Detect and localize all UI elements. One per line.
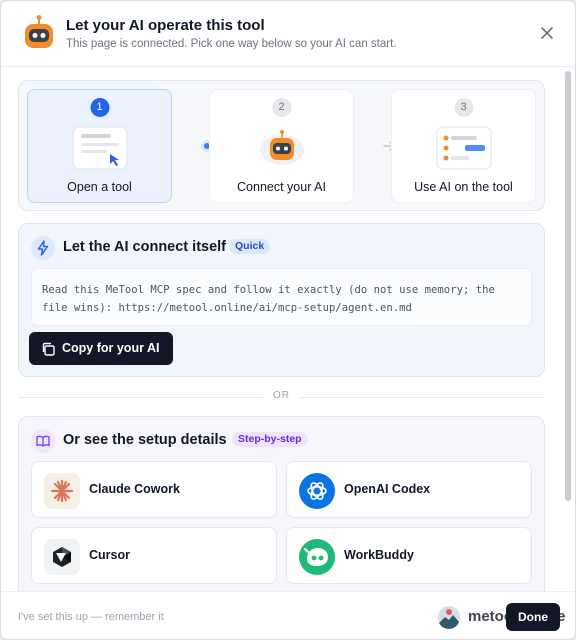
step-label: Open a tool (67, 180, 132, 194)
remember-setup-link[interactable]: I've set this up — remember it (18, 611, 164, 623)
tool-card-cursor[interactable]: Cursor (31, 527, 277, 584)
auto-connect-title: Let the AI connect itself (63, 239, 227, 255)
spec-line: file wins): https://metool.online/ai/mcp… (42, 302, 412, 314)
step-number: 3 (454, 98, 473, 117)
tool-name: WorkBuddy (344, 548, 414, 562)
close-icon[interactable] (539, 25, 555, 41)
quick-badge: Quick (229, 239, 271, 254)
or-divider: OR (18, 390, 545, 404)
scrollbar[interactable] (565, 71, 571, 501)
divider-line (300, 397, 545, 398)
step-use-ai[interactable]: 3 Use AI on the tool (391, 89, 536, 203)
dialog-header: Let your AI operate this tool This page … (1, 1, 575, 67)
metool-logo-icon (438, 606, 460, 629)
steps-panel: 1 Open a tool 2 Connect your AI 3 Use AI… (18, 80, 545, 211)
setup-details-title: Or see the setup details (63, 432, 227, 448)
step-label: Use AI on the tool (414, 180, 513, 194)
copy-for-ai-button[interactable]: Copy for your AI (29, 332, 173, 365)
tool-card-claude-cowork[interactable]: Claude Cowork (31, 461, 277, 518)
copy-button-label: Copy for your AI (62, 341, 160, 355)
tool-panel-icon (436, 126, 491, 170)
step-label: Connect your AI (237, 180, 326, 194)
tool-window-icon (72, 126, 127, 170)
tool-card-workbuddy[interactable]: WorkBuddy (286, 527, 532, 584)
tool-card-openai-codex[interactable]: OpenAI Codex (286, 461, 532, 518)
step-number: 1 (90, 98, 109, 117)
copy-icon (42, 342, 55, 356)
or-label: OR (273, 390, 290, 401)
step-by-step-badge: Step-by-step (232, 432, 308, 447)
claude-icon (44, 473, 80, 509)
auto-connect-panel: Let the AI connect itself Quick Read thi… (18, 223, 545, 377)
dialog-title: Let your AI operate this tool (66, 17, 265, 34)
step-connect-ai[interactable]: 2 Connect your AI (209, 89, 354, 203)
setup-dialog: Let your AI operate this tool This page … (0, 0, 576, 640)
dialog-footer: I've set this up — remember it metool.on… (1, 591, 575, 639)
cursor-icon (44, 539, 80, 575)
tool-name: Claude Cowork (89, 482, 180, 496)
setup-details-panel: Or see the setup details Step-by-step Cl… (18, 416, 545, 591)
step-open-tool[interactable]: 1 Open a tool (27, 89, 172, 203)
robot-icon (259, 130, 304, 165)
robot-icon (25, 15, 53, 48)
book-icon (31, 429, 55, 453)
divider-line (18, 397, 263, 398)
openai-icon (299, 473, 335, 509)
done-button[interactable]: Done (506, 603, 560, 631)
tool-name: OpenAI Codex (344, 482, 431, 496)
tool-name: Cursor (89, 548, 130, 562)
workbuddy-icon (299, 539, 335, 575)
dialog-subtitle: This page is connected. Pick one way bel… (66, 38, 397, 50)
spec-line: Read this MeTool MCP spec and follow it … (42, 284, 495, 296)
bolt-icon (31, 236, 55, 260)
dialog-body: 1 Open a tool 2 Connect your AI 3 Use AI… (1, 68, 575, 591)
spec-instruction-text: Read this MeTool MCP spec and follow it … (31, 268, 532, 326)
step-number: 2 (272, 98, 291, 117)
